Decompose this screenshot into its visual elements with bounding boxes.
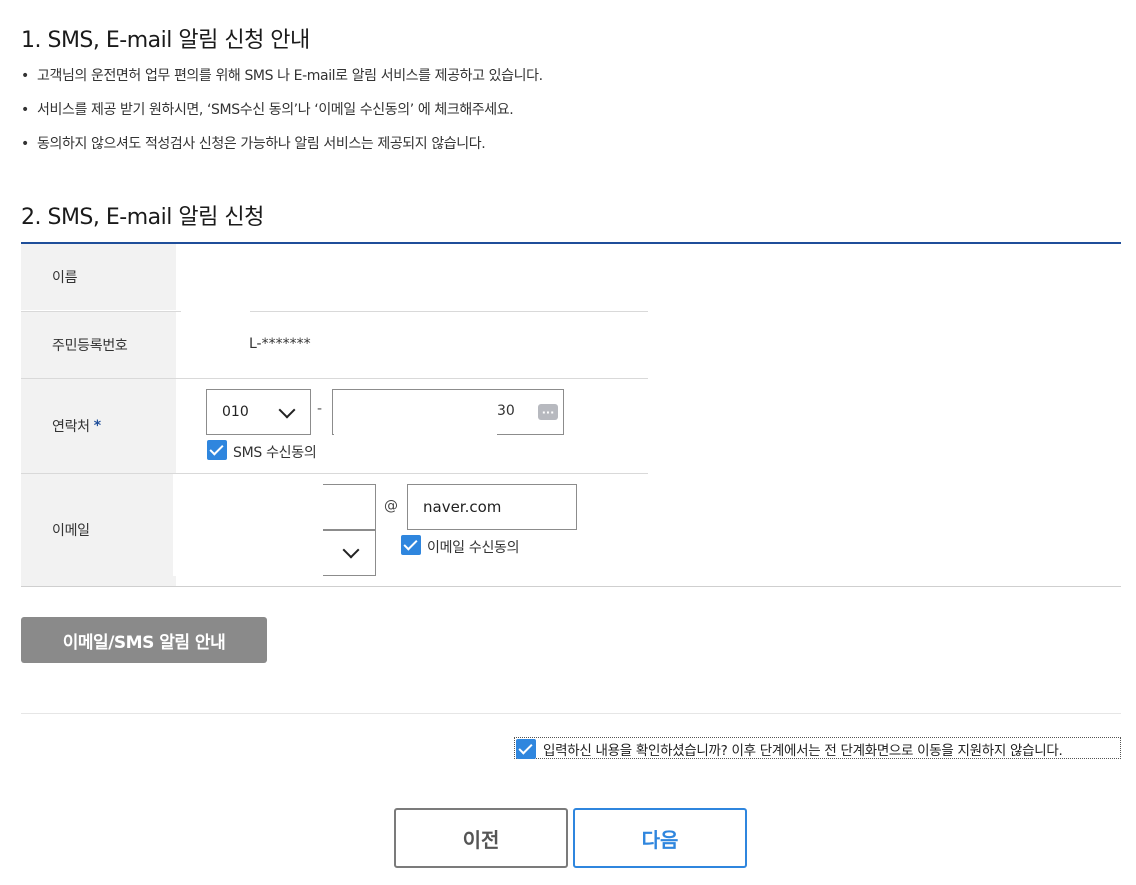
phone-prefix-value: 010 <box>222 404 249 420</box>
chevron-down-icon <box>342 541 360 559</box>
sms-consent-label[interactable]: SMS 수신동의 <box>233 442 317 462</box>
phone-label: 연락처 <box>52 419 90 435</box>
next-button[interactable]: 다음 <box>573 808 747 868</box>
phone-label-cell: 연락처 * <box>21 379 176 473</box>
info-bullet-1-text: 고객님의 운전면허 업무 편의를 위해 SMS 나 E-mail로 알림 서비스… <box>37 68 543 84</box>
email-label: 이메일 <box>52 523 90 539</box>
info-bullet-3-text: 동의하지 않으셔도 적성검사 신청은 가능하나 알림 서비스는 제공되지 않습니… <box>37 136 486 152</box>
rrn-value: L-******* <box>249 336 311 352</box>
info-bullet-3: 동의하지 않으셔도 적성검사 신청은 가능하나 알림 서비스는 제공되지 않습니… <box>21 133 486 153</box>
section2-title: 2. SMS, E-mail 알림 신청 <box>21 205 264 230</box>
email-domain-value: naver.com <box>423 498 502 516</box>
phone-number-tail: 30 <box>497 403 515 419</box>
email-domain-select[interactable] <box>323 530 376 576</box>
email-at-sign: @ <box>384 498 398 514</box>
email-label-cell: 이메일 <box>21 474 176 586</box>
email-sms-guide-button[interactable]: 이메일/SMS 알림 안내 <box>21 617 267 663</box>
name-label-cell: 이름 <box>21 244 176 310</box>
email-id-input[interactable] <box>323 484 376 530</box>
phone-prefix-select[interactable]: 010 <box>206 389 311 435</box>
info-bullet-1: 고객님의 운전면허 업무 편의를 위해 SMS 나 E-mail로 알림 서비스… <box>21 65 543 85</box>
masked-area <box>334 391 497 435</box>
form-top-border <box>21 242 1121 244</box>
form-bottom-border <box>21 586 1121 587</box>
masked-area <box>346 379 496 389</box>
prev-button[interactable]: 이전 <box>394 808 568 868</box>
sms-consent-checkbox[interactable] <box>207 440 227 460</box>
phone-dash: - <box>317 401 323 417</box>
confirm-checkbox[interactable] <box>516 739 536 759</box>
email-consent-checkbox[interactable] <box>401 535 421 555</box>
info-bullet-2-text: 서비스를 제공 받기 원하시면, ‘SMS수신 동의’나 ‘이메일 수신동의’ … <box>37 102 514 118</box>
rrn-label-cell: 주민등록번호 <box>21 312 176 378</box>
masked-area <box>173 474 323 576</box>
confirm-label[interactable]: 입력하신 내용을 확인하셨습니까? 이후 단계에서는 전 단계화면으로 이동을 … <box>543 739 1063 759</box>
row-divider <box>250 311 648 312</box>
chevron-down-icon <box>278 401 296 419</box>
info-bullet-2: 서비스를 제공 받기 원하시면, ‘SMS수신 동의’나 ‘이메일 수신동의’ … <box>21 99 514 119</box>
email-domain-input[interactable]: naver.com <box>407 484 577 530</box>
section1-title: 1. SMS, E-mail 알림 신청 안내 <box>21 28 310 53</box>
section-separator <box>21 713 1121 714</box>
required-mark: * <box>93 418 101 434</box>
keypad-icon[interactable]: ··· <box>538 404 558 420</box>
rrn-label: 주민등록번호 <box>52 338 128 354</box>
name-label: 이름 <box>52 270 78 286</box>
phone-number-input[interactable]: 30 ··· <box>332 389 564 435</box>
email-consent-label[interactable]: 이메일 수신동의 <box>427 537 520 557</box>
